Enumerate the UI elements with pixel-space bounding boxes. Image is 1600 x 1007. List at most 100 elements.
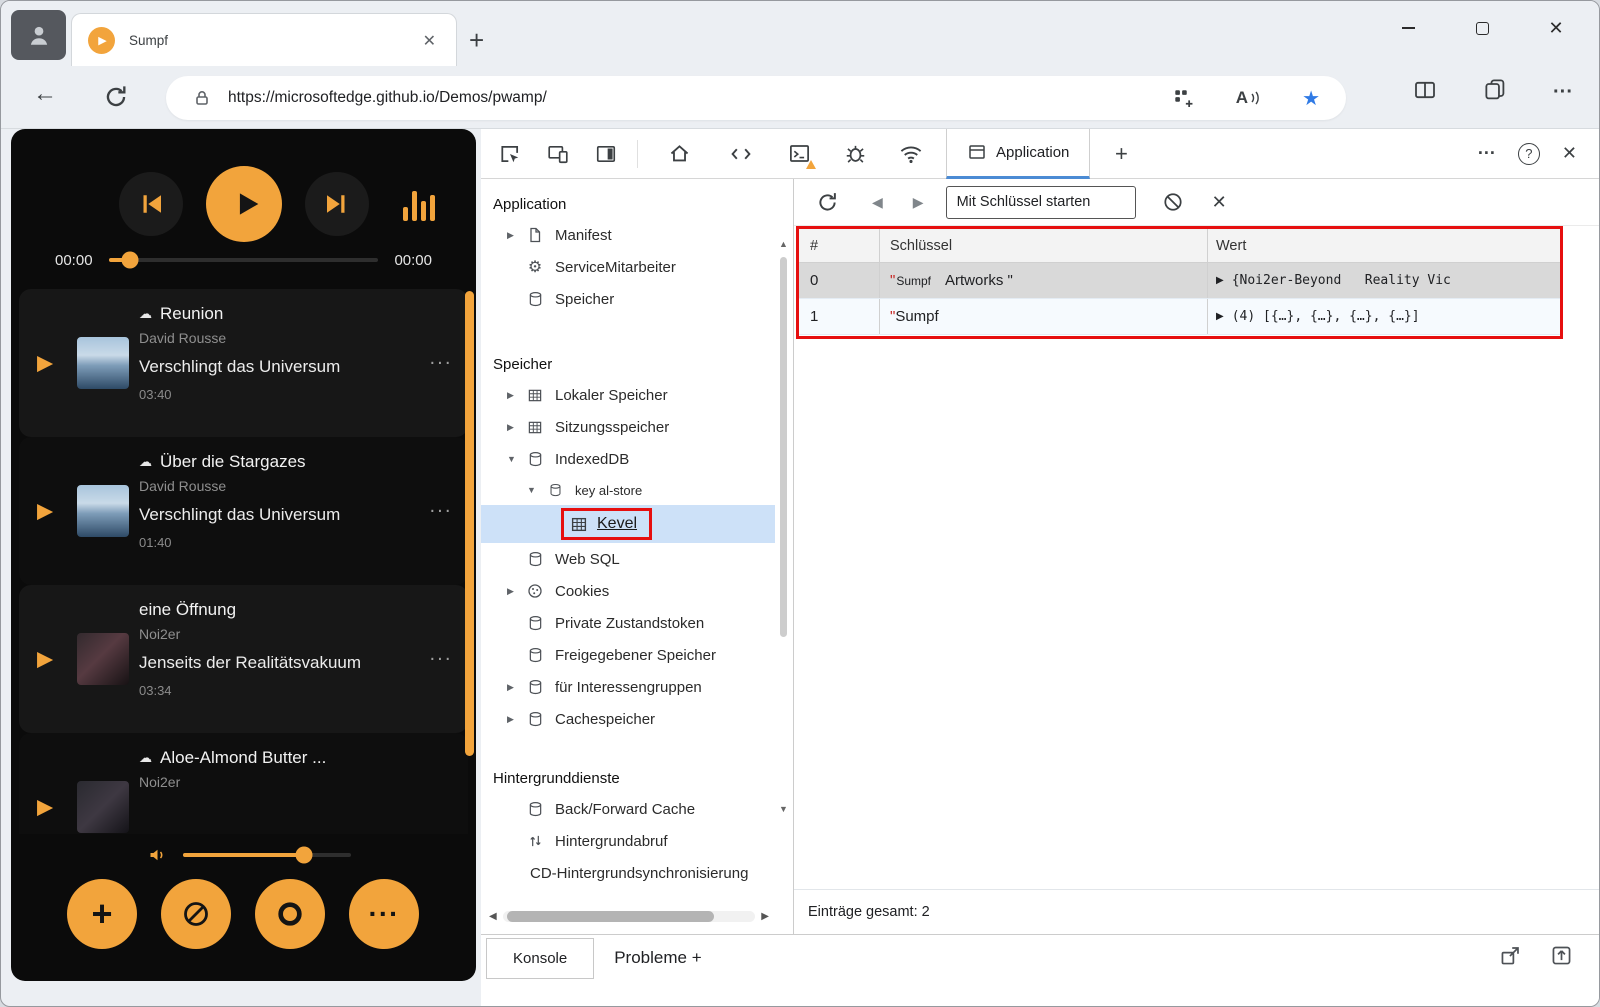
tab-application[interactable]: Application [946,128,1091,179]
network-panel-button[interactable] [896,139,926,169]
profile-avatar[interactable] [11,10,66,60]
table-row[interactable]: 1 " Sumpf ▶ (4) [{…}, {…}, {…}, {…}] [798,299,1561,335]
scroll-right-icon[interactable]: ▶ [761,911,769,922]
inspect-element-button[interactable] [495,139,525,169]
next-track-button[interactable] [305,172,369,236]
record-button[interactable] [255,879,325,949]
tree-item-key-al-store[interactable]: ▼ key al-store [481,475,793,505]
sources-panel-button[interactable] [726,139,756,169]
export-button[interactable] [1550,944,1573,972]
player-more-button[interactable]: ··· [349,879,419,949]
tree-item-fuer-interessengruppen[interactable]: ▶ für Interessengruppen [481,671,793,703]
device-toolbar-button[interactable] [543,139,573,169]
play-button[interactable] [206,166,282,242]
open-external-button[interactable] [1499,944,1522,972]
browser-hub-button[interactable] [1483,78,1507,107]
chevron-down-icon[interactable]: ▼ [527,485,545,495]
url-text[interactable]: https://microsoftedge.github.io/Demos/pw… [228,89,1130,107]
browser-tab[interactable]: ▶ Sumpf ✕ [71,13,457,67]
chevron-right-icon[interactable]: ▶ [507,714,525,725]
tree-item-cd-hintergrundsynchronisierung[interactable]: CD-Hintergrundsynchronisierung [481,857,793,889]
tree-item-kevel[interactable]: Kevel [481,505,775,543]
devtools-more-button[interactable]: ··· [1478,143,1496,164]
scrollbar-thumb[interactable] [506,910,714,922]
track-row[interactable]: ▶ ☁ Aloe-Almond Butter ... Noi2er [19,733,468,834]
previous-page-button[interactable]: ◀ [872,194,883,211]
help-button[interactable]: ? [1517,142,1540,165]
key-filter-input[interactable] [945,185,1136,219]
table-row[interactable]: 0 " Sumpf Artworks " ▶ {Noi2er-Beyond Re… [798,263,1561,299]
seek-knob[interactable] [121,251,139,269]
chevron-right-icon[interactable]: ▶ [507,422,525,433]
close-window-button[interactable]: ✕ [1543,15,1569,41]
visualizer-button[interactable] [403,187,443,221]
site-permissions-icon[interactable] [192,88,212,108]
playlist-clear-button[interactable] [161,879,231,949]
track-row[interactable]: ▶ ☁ Über die Stargazes David Rousse Versc… [19,437,468,585]
new-tab-button[interactable]: + [469,27,484,53]
tree-item-lokaler-speicher[interactable]: ▶ Lokaler Speicher [481,379,793,411]
chevron-down-icon[interactable]: ▼ [507,454,525,464]
next-page-button[interactable]: ▶ [913,194,924,211]
refresh-button[interactable] [103,84,129,115]
chevron-right-icon[interactable]: ▶ [507,586,525,597]
expand-value-icon[interactable]: ▶ [1216,275,1224,286]
chevron-right-icon[interactable]: ▶ [507,682,525,693]
browser-menu-button[interactable]: ··· [1553,81,1573,104]
volume-knob[interactable] [295,846,313,864]
scroll-up-icon[interactable]: ▲ [777,239,790,249]
read-aloud-button[interactable]: A [1236,88,1260,108]
delete-selected-button[interactable]: ✕ [1212,192,1227,213]
tree-item-web-sql[interactable]: Web SQL [481,543,793,575]
column-header-value[interactable]: Wert [1208,229,1561,262]
refresh-store-button[interactable] [812,187,842,217]
tree-item-cachespeicher[interactable]: ▶ Cachespeicher [481,703,793,735]
tree-item-servicemitarbeiter[interactable]: ⚙ ServiceMitarbeiter [481,251,793,283]
devtools-close-button[interactable]: ✕ [1562,143,1577,164]
chevron-right-icon[interactable]: ▶ [507,230,525,241]
address-bar[interactable]: https://microsoftedge.github.io/Demos/pw… [166,76,1346,120]
split-screen-button[interactable] [1413,78,1437,107]
tree-item-private-zustandstoken[interactable]: Private Zustandstoken [481,607,793,639]
tree-vertical-scrollbar[interactable]: ▲ ▼ [777,239,790,814]
track-menu-button[interactable]: ··· [429,500,452,523]
seek-slider[interactable] [108,251,379,269]
tree-item-speicher[interactable]: Speicher [481,283,793,315]
clear-object-store-button[interactable] [1158,187,1188,217]
player-scrollbar[interactable] [465,291,474,756]
track-menu-button[interactable]: ··· [429,648,452,671]
tree-item-manifest[interactable]: ▶ Manifest [481,219,793,251]
track-play-icon[interactable]: ▶ [37,499,53,524]
track-row[interactable]: ▶ ☁ Reunion David Rousse Verschlingt das … [19,289,468,437]
favorite-star-icon[interactable]: ★ [1302,86,1320,111]
dock-side-button[interactable] [591,139,621,169]
tree-item-hintergrundabruf[interactable]: Hintergrundabruf [481,825,793,857]
maximize-button[interactable] [1469,15,1495,41]
track-menu-button[interactable]: ··· [429,352,452,375]
tree-horizontal-scrollbar[interactable]: ◀ ▶ [489,908,769,924]
tab-konsole[interactable]: Konsole [486,937,595,979]
tree-item-freigegebener-speicher[interactable]: Freigegebener Speicher [481,639,793,671]
tab-close-icon[interactable]: ✕ [419,29,440,53]
track-play-icon[interactable]: ▶ [37,647,53,672]
tab-probleme[interactable]: Probleme + [614,948,701,968]
track-row[interactable]: ▶ eine Öffnung Noi2er Jenseits der Reali… [19,585,468,733]
volume-slider[interactable] [183,846,351,864]
back-button[interactable]: ← [33,80,57,108]
minimize-button[interactable] [1395,15,1421,41]
track-play-icon[interactable]: ▶ [37,351,53,376]
add-song-button[interactable]: + [67,879,137,949]
tree-item-cookies[interactable]: ▶ Cookies [481,575,793,607]
tree-item-indexeddb[interactable]: ▼ IndexedDB [481,443,793,475]
scroll-down-icon[interactable]: ▼ [777,804,790,814]
apps-launcher-button[interactable] [1172,87,1194,109]
scroll-left-icon[interactable]: ◀ [489,911,497,922]
tree-item-sitzungsspeicher[interactable]: ▶ Sitzungsspeicher [481,411,793,443]
column-header-key[interactable]: Schlüssel [880,229,1208,262]
column-header-index[interactable]: # [798,229,880,262]
expand-value-icon[interactable]: ▶ [1216,311,1224,322]
console-panel-button[interactable] [784,139,816,169]
previous-track-button[interactable] [119,172,183,236]
debug-panel-button[interactable] [840,139,870,169]
chevron-right-icon[interactable]: ▶ [507,390,525,401]
